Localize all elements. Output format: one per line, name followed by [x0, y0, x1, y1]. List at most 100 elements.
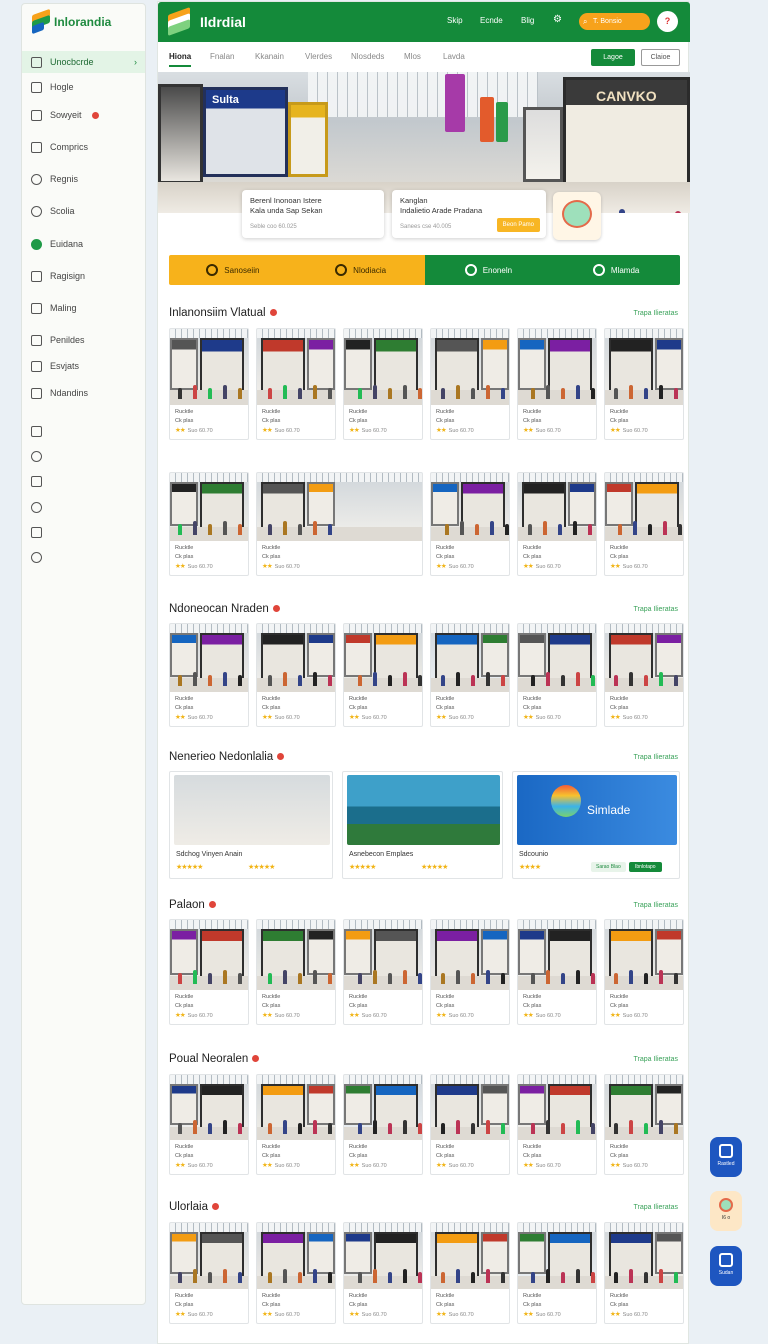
- sidebar-item-maling[interactable]: Maling: [22, 297, 145, 319]
- store-grid: Rucktle Ck plas ★★ Suo 60.70 Rucktle Ck plas ★…: [169, 919, 684, 1025]
- store-card[interactable]: Rucktle Ck plas ★★ Suo 60.70: [256, 328, 336, 440]
- app-logo-icon[interactable]: [168, 6, 190, 37]
- store-card[interactable]: Rucktle Ck plas ★★ Suo 60.70: [256, 623, 336, 727]
- see-more-link[interactable]: Trapa Ilieratas: [634, 754, 678, 761]
- store-card[interactable]: Rucktle Ck plas ★★ Suo 60.70: [604, 623, 684, 727]
- settings-icon[interactable]: ⚙: [553, 14, 562, 25]
- store-card[interactable]: Rucktle Ck plas ★★ Suo 60.70: [604, 919, 684, 1025]
- help-float-button[interactable]: Sudan: [710, 1246, 742, 1286]
- sidebar-item-hogle[interactable]: Hogle: [22, 76, 145, 98]
- store-card[interactable]: Rucktle Ck plas ★★ Suo 60.70: [256, 1074, 336, 1175]
- store-card[interactable]: Rucktle Ck plas ★★ Suo 60.70: [169, 623, 249, 727]
- store-card[interactable]: Rucktle Ck plas ★★ Suo 60.70: [343, 919, 423, 1025]
- action-mlamda-button[interactable]: Mlamda: [552, 255, 680, 285]
- sidebar-item-ndandins[interactable]: Ndandins: [22, 382, 145, 404]
- store-card[interactable]: Rucktle Ck plas ★★ Suo 60.70: [256, 472, 423, 576]
- action-enoneln-button[interactable]: Enoneln: [424, 255, 553, 285]
- see-more-link[interactable]: Trapa Ilieratas: [634, 606, 678, 613]
- store-card[interactable]: Rucktle Ck plas ★★ Suo 60.70: [517, 1074, 597, 1175]
- tab-mlos[interactable]: Mlos: [404, 52, 421, 61]
- hero-info-card[interactable]: Kanglan Indalietio Arade Pradana Sanees …: [392, 190, 546, 238]
- store-card[interactable]: Rucktle Ck plas ★★ Suo 60.70: [343, 1074, 423, 1175]
- store-card[interactable]: Rucktle Ck plas ★★ Suo 60.70: [169, 1074, 249, 1175]
- store-card[interactable]: Rucktle Ck plas ★★ Suo 60.70: [604, 328, 684, 440]
- store-image: [257, 1223, 335, 1289]
- secondary-button[interactable]: Claioe: [641, 49, 680, 66]
- sidebar-item-esvjats[interactable]: Esvjats: [22, 355, 145, 377]
- store-name: Rucktle: [436, 696, 455, 702]
- store-card[interactable]: Rucktle Ck plas ★★ Suo 60.70: [430, 623, 510, 727]
- tab-vlerdes[interactable]: Vlerdes: [305, 52, 332, 61]
- store-name: Rucktle: [610, 545, 629, 551]
- sidebar-item-comprics[interactable]: Comprics: [22, 136, 145, 158]
- see-more-link[interactable]: Trapa Ilieratas: [634, 310, 678, 317]
- search-input[interactable]: ⌕ T. Bonsio: [579, 13, 650, 30]
- store-card[interactable]: Rucktle Ck plas ★★ Suo 60.70: [604, 472, 684, 576]
- green-chip-button[interactable]: Ibnlotapo: [629, 862, 662, 872]
- sidebar-item-sowyeit[interactable]: Sowyeit: [22, 104, 145, 126]
- store-card[interactable]: Rucktle Ck plas ★★ Suo 60.70: [517, 472, 597, 576]
- store-name: Rucktle: [262, 1293, 281, 1299]
- tab-nlosdeds[interactable]: Nlosdeds: [351, 52, 384, 61]
- store-card[interactable]: Rucktle Ck plas ★★ Suo 60.70: [517, 328, 597, 440]
- see-more-link[interactable]: Trapa Ilieratas: [634, 902, 678, 909]
- store-card[interactable]: Rucktle Ck plas ★★ Suo 60.70: [343, 328, 423, 440]
- sidebar-item-unocbcrde[interactable]: Unocbcrde ›: [22, 51, 145, 73]
- chat-float-button[interactable]: Rastled: [710, 1137, 742, 1177]
- sidebar-box-item[interactable]: [22, 420, 145, 442]
- see-more-link[interactable]: Trapa Ilieratas: [634, 1204, 678, 1211]
- store-card[interactable]: Rucktle Ck plas ★★ Suo 60.70: [256, 919, 336, 1025]
- store-card[interactable]: Rucktle Ck plas ★★ Suo 60.70: [430, 919, 510, 1025]
- see-more-link[interactable]: Trapa Ilieratas: [634, 1056, 678, 1063]
- action-nlodiacia-button[interactable]: Nlodiacia: [296, 255, 425, 285]
- primary-button[interactable]: Lagoe: [591, 49, 635, 66]
- sidebar-item-regnis[interactable]: Regnis: [22, 168, 145, 190]
- store-card[interactable]: Rucktle Ck plas ★★ Suo 60.70: [517, 1222, 597, 1324]
- store-card[interactable]: Rucktle Ck plas ★★ Suo 60.70: [430, 1222, 510, 1324]
- store-card[interactable]: Rucktle Ck plas ★★ Suo 60.70: [169, 1222, 249, 1324]
- sidebar-clock-item[interactable]: [22, 546, 145, 568]
- sidebar-item-ragisign[interactable]: Ragisign: [22, 265, 145, 287]
- chart-icon: [31, 238, 42, 250]
- sidebar-tag-item[interactable]: [22, 470, 145, 492]
- tab-fnalan[interactable]: Fnalan: [210, 52, 234, 61]
- store-card[interactable]: Rucktle Ck plas ★★ Suo 60.70: [517, 919, 597, 1025]
- assistant-float-button[interactable]: I6 o: [710, 1191, 742, 1231]
- sidebar-item-penildes[interactable]: Penildes: [22, 329, 145, 351]
- sidebar-bell-item[interactable]: [22, 496, 145, 518]
- sidebar-logo[interactable]: Inlorandia: [32, 8, 111, 35]
- sidebar-smile-item[interactable]: [22, 521, 145, 543]
- outline-chip-button[interactable]: Sarao Blao: [591, 862, 626, 872]
- tab-hiona[interactable]: Hiona: [169, 52, 192, 67]
- store-card[interactable]: Rucktle Ck plas ★★ Suo 60.70: [517, 623, 597, 727]
- store-card[interactable]: Rucktle Ck plas ★★ Suo 60.70: [169, 472, 249, 576]
- avatar[interactable]: ?: [657, 11, 678, 32]
- store-card[interactable]: Rucktle Ck plas ★★ Suo 60.70: [256, 1222, 336, 1324]
- store-card[interactable]: Rucktle Ck plas ★★ Suo 60.70: [343, 623, 423, 727]
- hero-card-button[interactable]: Beon Pamo: [496, 218, 540, 232]
- tab-kkanain[interactable]: Kkanain: [255, 52, 284, 61]
- store-card[interactable]: Rucktle Ck plas ★★ Suo 60.70: [169, 328, 249, 440]
- sidebar-gear-item[interactable]: [22, 445, 145, 467]
- sidebar-item-scolia[interactable]: Scolia: [22, 200, 145, 222]
- store-name: Rucktle: [436, 1293, 455, 1299]
- store-card[interactable]: Rucktle Ck plas ★★ Suo 60.70: [430, 472, 510, 576]
- featured-card[interactable]: Asnebecon Emplaes ★★★★★ ★★★★★: [342, 771, 503, 879]
- store-card[interactable]: Rucktle Ck plas ★★ Suo 60.70: [604, 1222, 684, 1324]
- store-card[interactable]: Rucktle Ck plas ★★ Suo 60.70: [169, 919, 249, 1025]
- nav-link-skip[interactable]: Skip: [447, 16, 463, 25]
- nav-link-ecnde[interactable]: Ecnde: [480, 16, 503, 25]
- sidebar-item-euidana[interactable]: Euidana: [22, 233, 145, 255]
- store-card[interactable]: Rucktle Ck plas ★★ Suo 60.70: [430, 328, 510, 440]
- store-card[interactable]: Rucktle Ck plas ★★ Suo 60.70: [343, 1222, 423, 1324]
- featured-card[interactable]: Sdchog Vinyen Anain ★★★★★ ★★★★★: [169, 771, 333, 879]
- action-sanoseiin-button[interactable]: Sanoseiin: [169, 255, 297, 285]
- tab-lavda[interactable]: Lavda: [443, 52, 465, 61]
- pin-icon: [272, 605, 280, 613]
- featured-card[interactable]: Simlade Sdcounio ★★★★ Sarao Blao Ibnlotapo: [512, 771, 680, 879]
- hero-info-card[interactable]: Berenl Inonoan Istere Kala unda Sap Seka…: [242, 190, 384, 238]
- store-card[interactable]: Rucktle Ck plas ★★ Suo 60.70: [430, 1074, 510, 1175]
- store-subtitle: Ck plas: [436, 705, 455, 711]
- nav-link-blig[interactable]: Blig: [521, 16, 534, 25]
- store-card[interactable]: Rucktle Ck plas ★★ Suo 60.70: [604, 1074, 684, 1175]
